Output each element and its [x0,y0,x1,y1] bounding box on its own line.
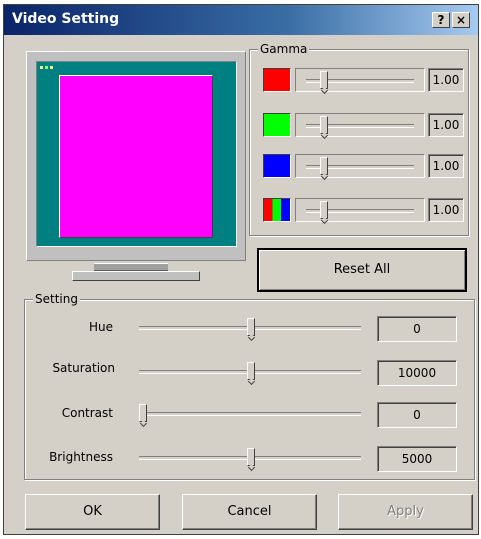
ok-label: OK [83,504,102,519]
brightness-value[interactable]: 5000 [377,446,457,472]
saturation-slider[interactable] [133,360,367,384]
contrast-label: Contrast [61,406,113,420]
preview-window [59,75,213,238]
monitor-bezel [26,51,246,261]
close-button[interactable]: × [452,12,470,28]
gamma-blue-value[interactable]: 1.00 [428,154,464,178]
title-bar[interactable]: Video Setting ? × [4,5,478,35]
contrast-slider[interactable] [133,402,367,426]
brightness-label: Brightness [49,450,113,464]
gamma-all-value[interactable]: 1.00 [428,198,464,222]
monitor-neck [94,263,168,271]
red-swatch [263,68,291,92]
monitor-stand [72,271,200,281]
gamma-red-slider[interactable] [295,68,425,92]
hue-value[interactable]: 0 [377,316,457,342]
reset-all-label: Reset All [333,262,391,277]
saturation-value[interactable]: 10000 [377,360,457,386]
contrast-value[interactable]: 0 [377,402,457,428]
gamma-red-slider-thumb[interactable] [320,71,328,89]
gamma-group: Gamma 1.00 1.00 1.00 1.00 [249,42,469,236]
brightness-slider[interactable] [133,446,367,470]
window-title: Video Setting [12,11,120,27]
ok-button[interactable]: OK [25,494,160,530]
setting-group: Setting Hue 0 Saturation 10000 Contrast … [24,292,475,480]
setting-group-label: Setting [33,292,80,306]
blue-swatch [263,154,291,178]
close-icon: × [455,13,467,27]
gamma-green-slider[interactable] [295,113,425,137]
hue-label: Hue [88,320,113,334]
desktop-icons [40,66,56,74]
video-setting-dialog: Video Setting ? × Gamma 1.00 1.00 1.00 1… [3,4,479,535]
help-icon: ? [437,13,445,27]
cancel-label: Cancel [227,504,272,519]
monitor-screen [36,61,237,247]
cancel-button[interactable]: Cancel [182,494,317,530]
reset-all-button[interactable]: Reset All [257,248,467,292]
gamma-all-slider[interactable] [295,198,425,222]
gamma-red-value[interactable]: 1.00 [428,68,464,92]
gamma-green-value[interactable]: 1.00 [428,113,464,137]
gamma-group-label: Gamma [258,42,310,56]
hue-slider[interactable] [133,316,367,340]
saturation-slider-thumb[interactable] [247,362,255,380]
apply-button[interactable]: Apply [338,494,473,530]
hue-slider-thumb[interactable] [247,318,255,336]
saturation-label: Saturation [52,361,115,375]
rgb-swatch [263,198,291,222]
monitor-preview [26,51,248,281]
gamma-all-slider-thumb[interactable] [320,201,328,219]
brightness-slider-thumb[interactable] [247,448,255,466]
contrast-slider-thumb[interactable] [139,404,147,422]
gamma-green-slider-thumb[interactable] [320,116,328,134]
gamma-blue-slider[interactable] [295,154,425,178]
green-swatch [263,113,291,137]
gamma-blue-slider-thumb[interactable] [320,157,328,175]
help-button[interactable]: ? [432,12,450,28]
apply-label: Apply [387,504,424,519]
